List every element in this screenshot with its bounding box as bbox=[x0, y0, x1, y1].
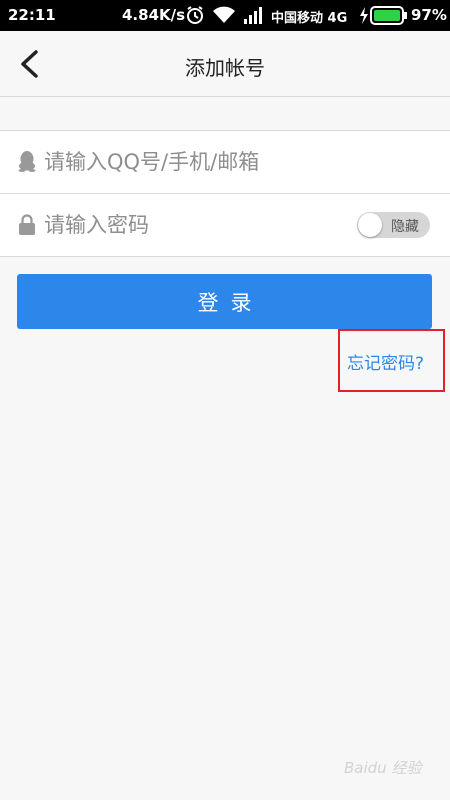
account-row bbox=[0, 131, 450, 193]
status-time: 22:11 bbox=[8, 6, 56, 24]
charging-icon bbox=[360, 7, 368, 24]
battery-icon bbox=[370, 6, 407, 25]
forgot-password-link[interactable]: 忘记密码? bbox=[347, 349, 424, 374]
account-input[interactable] bbox=[44, 145, 344, 179]
signal-icon bbox=[244, 7, 262, 24]
status-bar: 22:11 4.84K/s 中国移动 4G 97% bbox=[0, 0, 450, 31]
qq-penguin-icon bbox=[18, 151, 36, 172]
password-row: 隐藏 bbox=[0, 193, 450, 256]
toggle-knob bbox=[358, 213, 382, 237]
lock-icon bbox=[19, 214, 35, 235]
page-title: 添加帐号 bbox=[185, 56, 265, 80]
app-header: 添加帐号 bbox=[0, 31, 450, 97]
wifi-icon bbox=[213, 6, 235, 23]
status-battery-percent: 97% bbox=[411, 6, 447, 24]
login-form: 隐藏 bbox=[0, 130, 450, 257]
alarm-icon bbox=[187, 6, 203, 24]
status-net-speed: 4.84K/s bbox=[122, 6, 186, 24]
status-carrier: 中国移动 4G bbox=[271, 11, 348, 26]
password-visibility-toggle[interactable]: 隐藏 bbox=[357, 212, 430, 238]
password-input[interactable] bbox=[44, 208, 344, 242]
toggle-label: 隐藏 bbox=[391, 219, 419, 235]
baidu-watermark: Baidu 经验 bbox=[344, 759, 422, 777]
login-button[interactable]: 登录 bbox=[17, 274, 432, 329]
